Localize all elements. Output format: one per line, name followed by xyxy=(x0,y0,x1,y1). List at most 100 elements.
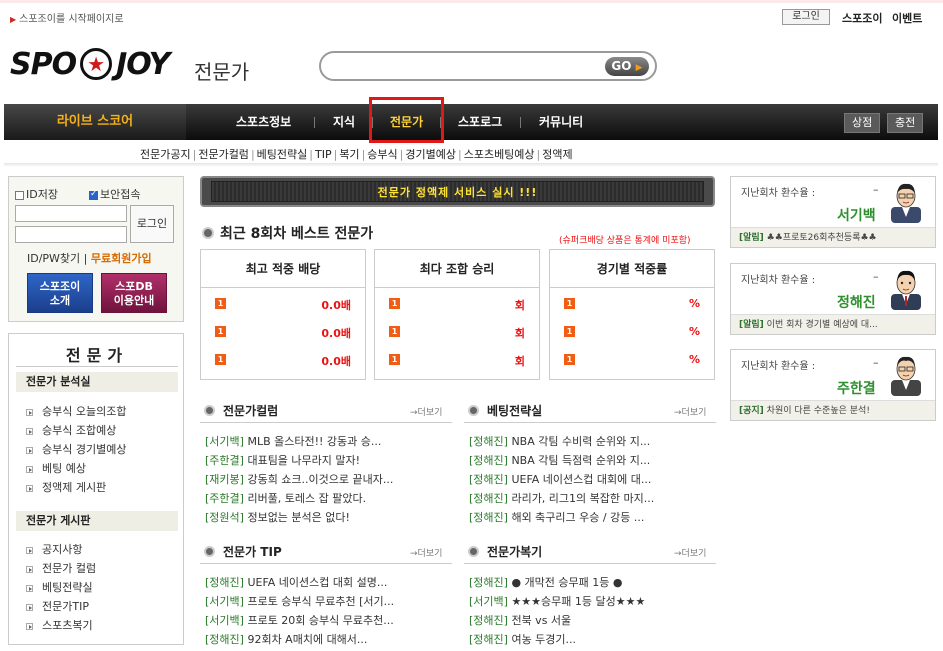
circle-bullet-icon xyxy=(468,405,479,416)
account-links: ID/PW찾기 | 무료회원가입 xyxy=(27,252,152,265)
top-login-button[interactable]: 로그인 xyxy=(782,9,830,25)
best-row[interactable]: 1% xyxy=(564,297,700,311)
divider xyxy=(464,563,716,564)
find-id-pw-link[interactable]: ID/PW찾기 xyxy=(27,252,80,265)
expert-notice: [알림] 이번 회차 경기별 예상에 대... xyxy=(731,314,935,334)
highlight-box xyxy=(369,97,444,143)
best-row[interactable]: 1회 xyxy=(389,297,525,312)
logo-subtitle: 전문가 xyxy=(194,60,250,84)
login-button[interactable]: 로그인 xyxy=(130,205,174,243)
menu-item[interactable]: 승부식 오늘의조합 xyxy=(26,403,126,419)
list-item[interactable]: [서기백] 프로토 20회 승부식 무료추천... xyxy=(205,612,394,628)
nav-sports-info[interactable]: 스포츠정보 xyxy=(236,104,291,140)
list-item[interactable]: [서기백] 프로토 승부식 무료추천 [서기... xyxy=(205,593,394,609)
subnav-game-forecast[interactable]: 경기별예상 xyxy=(405,148,456,161)
go-button[interactable]: GO ▶ xyxy=(605,57,649,76)
save-id-checkbox[interactable]: ID저장 xyxy=(15,186,58,202)
expert-card[interactable]: 지난회차 환수율 : – 주한결 [공지] 차원이 다른 수준높은 분석! xyxy=(730,349,936,421)
circle-bullet-icon xyxy=(468,546,479,557)
list-item[interactable]: [정해진] UEFA 네이션스컵 대회 설명... xyxy=(205,574,387,590)
subnav-tip[interactable]: TIP xyxy=(315,148,332,161)
menu-item[interactable]: 베팅 예상 xyxy=(26,460,86,476)
subnav-column[interactable]: 전문가컬럼 xyxy=(198,148,249,161)
list-item[interactable]: [정해진] NBA 각팀 수비력 순위와 지... xyxy=(469,433,650,449)
list-item[interactable]: [정해진] ● 개막전 승무패 1등 ● xyxy=(469,574,622,590)
list-item[interactable]: [정해진] UEFA 네이션스컵 대회에 대... xyxy=(469,471,651,487)
list-item[interactable]: [주한결] 리버풀, 토레스 잡 팔았다. xyxy=(205,490,366,506)
best-panel-odds: 최고 적중 배당 1 0.0배 1 0.0배 1 0.0배 xyxy=(200,249,366,380)
logo[interactable]: SPO ★ JOY xyxy=(10,44,170,84)
charge-button[interactable]: 충전 xyxy=(887,113,924,133)
list-item[interactable]: [재키봉] 강동희 쇼크..이것으로 끝내자... xyxy=(205,471,393,487)
menu-item[interactable]: 전문가 컬럼 xyxy=(26,560,96,576)
search-input[interactable] xyxy=(333,58,603,75)
list-item[interactable]: [정원석] 정보없는 분석은 없다! xyxy=(205,509,350,525)
list-item[interactable]: [서기백] ★★★승무패 1등 달성★★★ xyxy=(469,593,645,609)
soccer-ball-star-icon: ★ xyxy=(80,48,113,80)
list-item[interactable]: [정해진] 전북 vs 서울 xyxy=(469,612,571,628)
list-item[interactable]: [정해진] 해외 축구리그 우승 / 강등 ... xyxy=(469,509,644,525)
shop-button[interactable]: 상점 xyxy=(844,113,881,133)
list-item[interactable]: [주한결] 대표팀을 나무라지 말자! xyxy=(205,452,360,468)
subnav-strategy[interactable]: 베팅전략실 xyxy=(257,148,308,161)
rank-badge: 1 xyxy=(389,354,400,365)
id-input[interactable] xyxy=(15,205,127,222)
menu-item[interactable]: 정액제 게시판 xyxy=(26,479,106,495)
list-item[interactable]: [서기백] MLB 올스타전!! 강동과 승... xyxy=(205,433,381,449)
menu-item[interactable]: 승부식 경기별예상 xyxy=(26,441,126,457)
best-row[interactable]: 1% xyxy=(564,325,700,339)
list-item[interactable]: [정해진] 92회차 A매치에 대해서... xyxy=(205,631,367,647)
menu-item[interactable]: 전문가TIP xyxy=(26,598,89,614)
nav-spolog[interactable]: 스포로그 xyxy=(458,104,502,140)
best-row[interactable]: 1회 xyxy=(389,325,525,340)
rank-badge: 1 xyxy=(215,326,226,337)
subnav-sports-betting[interactable]: 스포츠베팅예상 xyxy=(464,148,535,161)
menu-item[interactable]: 승부식 조합예상 xyxy=(26,422,116,438)
event-link[interactable]: 이벤트 xyxy=(892,10,922,26)
set-startpage-link[interactable]: ▶ 스포조이를 시작페이지로 xyxy=(10,10,124,25)
best-row[interactable]: 1 0.0배 xyxy=(215,325,351,340)
subnav-notice[interactable]: 전문가공지 xyxy=(140,148,191,161)
subnav-subscription[interactable]: 정액제 xyxy=(542,148,572,161)
expert-notice: [공지] 차원이 다른 수준높은 분석! xyxy=(731,400,935,420)
review-section-title: 전문가복기 xyxy=(468,543,542,560)
spodb-guide-button[interactable]: 스포DB 이용안내 xyxy=(101,273,167,313)
expert-avatar-icon xyxy=(891,356,921,396)
column-more-link[interactable]: →더보기 xyxy=(410,405,442,418)
nav-live-score[interactable]: 라이브 스코어 xyxy=(4,104,186,140)
password-input[interactable] xyxy=(15,226,127,243)
search-box: GO ▶ xyxy=(319,51,657,81)
best-row[interactable]: 1회 xyxy=(389,353,525,368)
nav-knowledge[interactable]: 지식 xyxy=(333,104,355,140)
list-item[interactable]: [정해진] NBA 각팀 득점력 순위와 지... xyxy=(469,452,650,468)
best-panel-hitrate: 경기별 적중률 1% 1% 1% xyxy=(549,249,715,380)
rank-badge: 1 xyxy=(564,354,575,365)
tip-more-link[interactable]: →더보기 xyxy=(410,546,442,559)
bullet-arrow-icon xyxy=(26,484,33,492)
menu-item[interactable]: 스포츠복기 xyxy=(26,617,93,633)
bullet-arrow-icon xyxy=(26,427,33,435)
circle-bullet-icon xyxy=(202,227,214,239)
nav-community[interactable]: 커뮤니티 xyxy=(539,104,583,140)
expert-card[interactable]: 지난회차 환수율 : – 서기백 [알림] ♣♣프로토26회추천등록♣♣ xyxy=(730,176,936,248)
best-row[interactable]: 1% xyxy=(564,353,700,367)
strategy-more-link[interactable]: →더보기 xyxy=(674,405,706,418)
subnav-review[interactable]: 복기 xyxy=(339,148,359,161)
subnav-seungbu[interactable]: 승부식 xyxy=(367,148,397,161)
notice-banner[interactable]: 전문가 정액제 서비스 실시 !!! xyxy=(200,176,715,207)
best-row[interactable]: 1 0.0배 xyxy=(215,297,351,312)
review-more-link[interactable]: →더보기 xyxy=(674,546,706,559)
spojoy-link[interactable]: 스포조이 xyxy=(842,10,882,26)
list-item[interactable]: [정해진] 라리가, 리그1의 복잡한 마지... xyxy=(469,490,654,506)
expert-card[interactable]: 지난회차 환수율 : – 정해진 [알림] 이번 회차 경기별 예상에 대... xyxy=(730,263,936,335)
menu-item[interactable]: 베팅전략실 xyxy=(26,579,93,595)
register-link[interactable]: 무료회원가입 xyxy=(91,252,152,265)
list-item[interactable]: [정해진] 여농 두경기... xyxy=(469,631,576,647)
menu-item[interactable]: 공지사항 xyxy=(26,541,82,557)
secure-login-checkbox[interactable]: 보안접속 xyxy=(89,186,140,202)
checkbox-checked-icon xyxy=(89,189,98,200)
top-accent-line xyxy=(0,0,943,3)
spojoy-intro-button[interactable]: 스포조이 소개 xyxy=(27,273,93,313)
best-row[interactable]: 1 0.0배 xyxy=(215,353,351,368)
rank-badge: 1 xyxy=(389,326,400,337)
